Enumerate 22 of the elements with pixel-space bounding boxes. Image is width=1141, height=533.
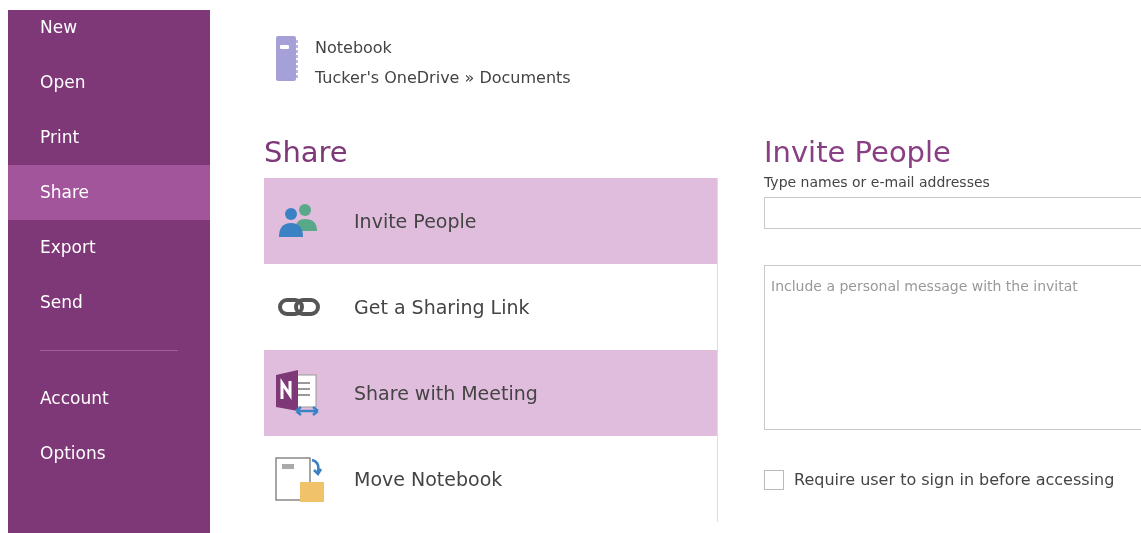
invite-heading: Invite People	[764, 134, 952, 170]
share-option[interactable]: Invite People	[264, 178, 717, 264]
sidebar-item[interactable]: Share	[8, 165, 210, 220]
sidebar-item[interactable]: Print	[8, 110, 210, 165]
sidebar-item[interactable]: New	[8, 0, 210, 55]
sidebar-item[interactable]: Options	[8, 426, 210, 481]
sidebar-item[interactable]: Export	[8, 220, 210, 275]
sidebar-item[interactable]: Open	[8, 55, 210, 110]
share-option[interactable]: Share with Meeting	[264, 350, 717, 436]
checkbox[interactable]	[764, 470, 784, 490]
notebook-location: Tucker's OneDrive » Documents	[315, 67, 571, 89]
message-placeholder: Include a personal message with the invitat	[771, 278, 1078, 294]
sidebar-item[interactable]: Send	[8, 275, 210, 330]
notebook-icon	[275, 36, 299, 82]
sidebar-item[interactable]: Account	[8, 371, 210, 426]
notebook-folder-icon	[274, 456, 324, 502]
share-heading: Share	[264, 134, 349, 171]
link-icon	[277, 296, 321, 318]
names-input-field[interactable]	[764, 197, 1141, 229]
notebook-name: Notebook	[315, 37, 393, 59]
field-label: Type names or e-mail addresses	[764, 173, 991, 192]
checkbox-label: Require user to sign in before accessing	[794, 469, 1115, 491]
